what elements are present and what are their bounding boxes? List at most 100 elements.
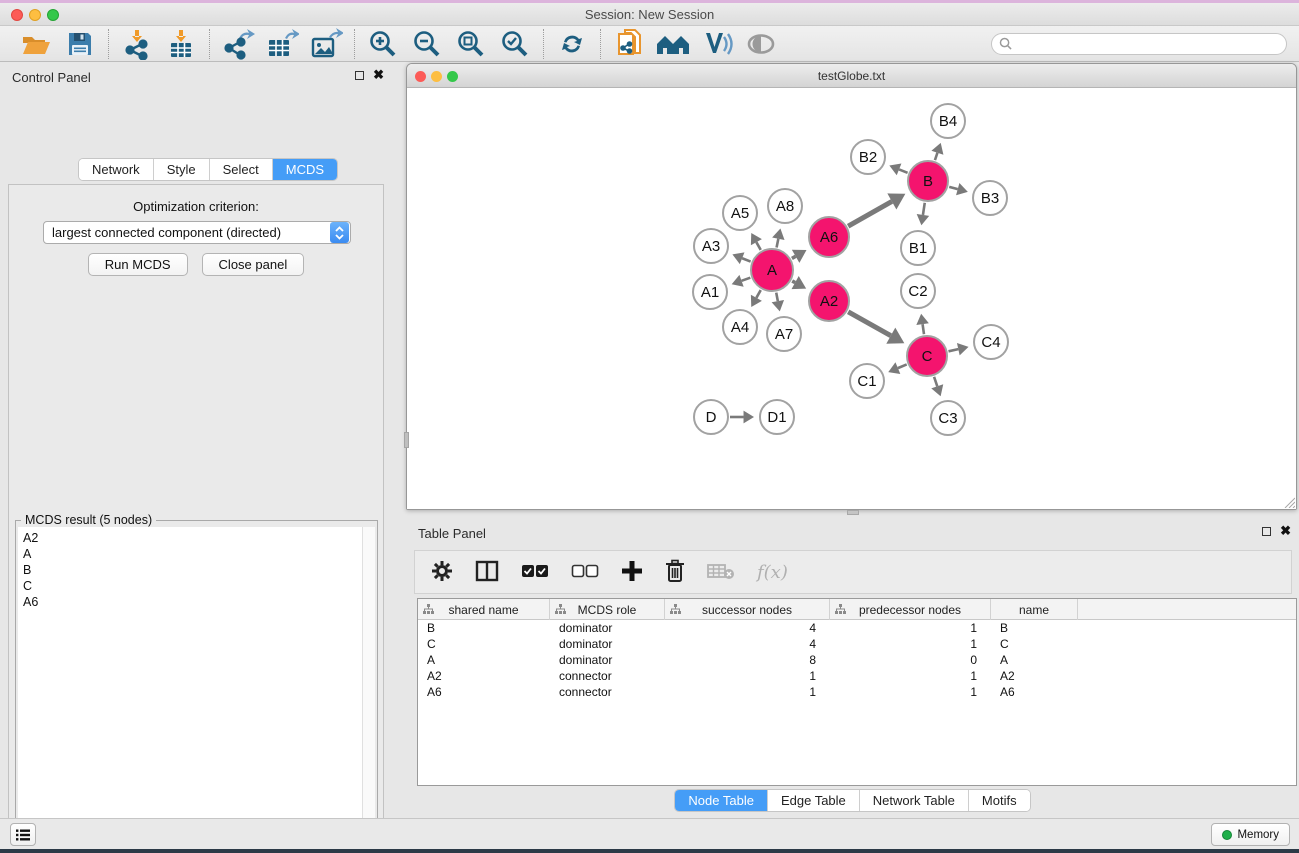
edge-A-A3[interactable] [742, 258, 750, 261]
table-cell[interactable]: 4 [665, 620, 830, 636]
edge-C-C2[interactable] [923, 324, 924, 334]
table-cell[interactable]: connector [550, 684, 665, 700]
edge-B-B3[interactable] [949, 187, 958, 189]
task-history-button[interactable] [10, 823, 36, 846]
split-table-view-icon[interactable] [475, 560, 499, 585]
table-cell[interactable]: C [991, 636, 1078, 652]
tab-network[interactable]: Network [79, 159, 154, 180]
table-cell[interactable]: connector [550, 668, 665, 684]
table-cell[interactable]: dominator [550, 620, 665, 636]
table-row[interactable]: Adominator80A [418, 652, 1296, 668]
panel-splitter-handle[interactable] [847, 510, 859, 515]
refresh-icon[interactable] [553, 28, 591, 60]
table-tab-node-table[interactable]: Node Table [675, 790, 768, 811]
result-list-item[interactable]: C [23, 578, 362, 594]
column-header-name[interactable]: name [991, 599, 1078, 620]
first-neighbors-icon[interactable] [654, 28, 692, 60]
table-cell[interactable]: C [418, 636, 550, 652]
memory-button[interactable]: Memory [1211, 823, 1290, 846]
run-mcds-button[interactable]: Run MCDS [88, 253, 188, 276]
column-header-MCDS-role[interactable]: MCDS role [550, 599, 665, 620]
window-resize-grip[interactable] [1282, 495, 1295, 508]
save-session-icon[interactable] [61, 28, 99, 60]
column-header-predecessor-nodes[interactable]: predecessor nodes [830, 599, 991, 620]
edge-C-C4[interactable] [948, 349, 958, 351]
table-cell[interactable]: 1 [665, 684, 830, 700]
table-settings-icon[interactable] [431, 560, 453, 585]
export-image-icon[interactable] [307, 28, 345, 60]
table-header-row[interactable]: shared nameMCDS rolesuccessor nodesprede… [418, 599, 1296, 620]
edge-C-C3[interactable] [934, 377, 937, 386]
table-cell[interactable]: B [991, 620, 1078, 636]
deselect-all-columns-icon[interactable] [571, 564, 599, 581]
close-panel-icon[interactable]: ✖ [1280, 526, 1291, 536]
table-cell[interactable]: 1 [830, 620, 991, 636]
criterion-dropdown[interactable]: largest connected component (directed) [43, 221, 351, 244]
table-row[interactable]: A2connector11A2 [418, 668, 1296, 684]
float-panel-icon[interactable] [355, 71, 364, 80]
table-row[interactable]: Bdominator41B [418, 620, 1296, 636]
open-session-icon[interactable] [17, 28, 55, 60]
result-list-item[interactable]: A [23, 546, 362, 562]
table-cell[interactable]: 1 [830, 684, 991, 700]
tab-style[interactable]: Style [154, 159, 210, 180]
show-hide-panels-icon[interactable] [742, 28, 780, 60]
node-table[interactable]: shared nameMCDS rolesuccessor nodesprede… [417, 598, 1297, 786]
edge-A-A6[interactable] [792, 256, 796, 258]
table-cell[interactable]: A6 [991, 684, 1078, 700]
edge-A-A1[interactable] [742, 278, 751, 281]
edge-A-A2[interactable] [792, 281, 795, 283]
edge-A6-B[interactable] [848, 201, 892, 226]
table-cell[interactable]: 0 [830, 652, 991, 668]
search-field[interactable] [991, 33, 1287, 55]
tab-select[interactable]: Select [210, 159, 273, 180]
network-window-titlebar[interactable]: testGlobe.txt [407, 64, 1296, 88]
result-list-item[interactable]: B [23, 562, 362, 578]
table-cell[interactable]: 8 [665, 652, 830, 668]
search-input[interactable] [1012, 37, 1286, 51]
result-list-item[interactable]: A2 [23, 530, 362, 546]
table-cell[interactable]: A6 [418, 684, 550, 700]
zoom-selected-icon[interactable] [496, 28, 534, 60]
float-panel-icon[interactable] [1262, 527, 1271, 536]
column-header-shared-name[interactable]: shared name [418, 599, 550, 620]
edge-B-B1[interactable] [923, 203, 925, 215]
edge-A-A7[interactable] [776, 293, 778, 302]
edge-A-A4[interactable] [756, 290, 760, 298]
panel-splitter-handle[interactable] [404, 432, 409, 448]
import-network-icon[interactable] [118, 28, 156, 60]
zoom-fit-icon[interactable] [452, 28, 490, 60]
table-cell[interactable]: dominator [550, 652, 665, 668]
tab-mcds[interactable]: MCDS [273, 159, 337, 180]
edge-A2-C[interactable] [848, 312, 891, 336]
edge-B-B2[interactable] [899, 169, 908, 172]
table-cell[interactable]: A2 [991, 668, 1078, 684]
result-list-item[interactable]: A6 [23, 594, 362, 610]
edge-A-A8[interactable] [777, 239, 779, 248]
network-graph[interactable]: B4B2BB3A5A8A6A3AB1A1C2A2A4A7C4CC1C3DD1 [407, 88, 1296, 509]
zoom-in-icon[interactable] [364, 28, 402, 60]
table-cell[interactable]: A [991, 652, 1078, 668]
zoom-out-icon[interactable] [408, 28, 446, 60]
table-tab-motifs[interactable]: Motifs [969, 790, 1030, 811]
table-tab-network-table[interactable]: Network Table [860, 790, 969, 811]
network-canvas[interactable]: B4B2BB3A5A8A6A3AB1A1C2A2A4A7C4CC1C3DD1 [407, 88, 1296, 509]
edge-B-B4[interactable] [935, 153, 937, 160]
new-network-from-selection-icon[interactable] [610, 28, 648, 60]
table-cell[interactable]: 1 [830, 668, 991, 684]
table-body[interactable]: Bdominator41BCdominator41CAdominator80AA… [418, 620, 1296, 700]
edge-A-A5[interactable] [756, 242, 760, 250]
table-cell[interactable]: dominator [550, 636, 665, 652]
mcds-result-list[interactable]: A2ABCA6 [18, 527, 362, 853]
delete-column-icon[interactable] [665, 559, 685, 586]
edge-C-C1[interactable] [898, 364, 907, 368]
select-all-columns-icon[interactable] [521, 564, 549, 581]
close-panel-button[interactable]: Close panel [202, 253, 305, 276]
table-cell[interactable]: 1 [665, 668, 830, 684]
network-view-window[interactable]: testGlobe.txt B4B2BB3A5A8A6A3AB1A1C2A2A4… [406, 63, 1297, 510]
table-cell[interactable]: A2 [418, 668, 550, 684]
column-header-successor-nodes[interactable]: successor nodes [665, 599, 830, 620]
table-cell[interactable]: 1 [830, 636, 991, 652]
table-cell[interactable]: A [418, 652, 550, 668]
result-list-scrollbar[interactable] [362, 527, 375, 853]
